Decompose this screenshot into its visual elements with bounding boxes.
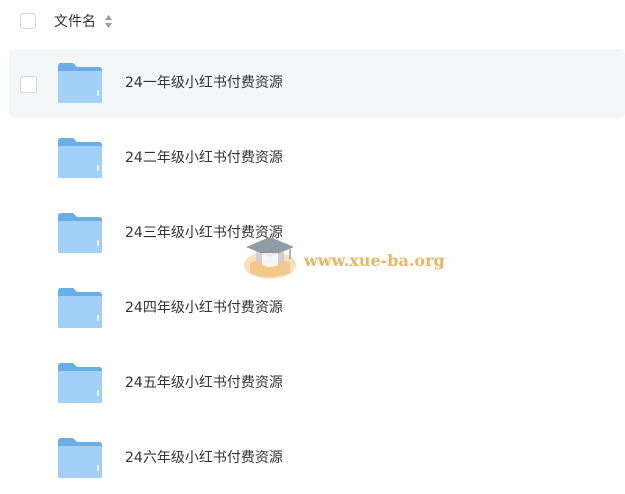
file-name[interactable]: 24四年级小红书付费资源 [125,298,283,318]
watermark: www.xue-ba.org [236,225,451,287]
folder-icon [58,438,102,478]
row-checkbox[interactable] [20,76,37,93]
list-item[interactable]: 24五年级小红书付费资源 [9,349,625,418]
column-header-filename[interactable]: 文件名 [54,12,96,32]
file-name[interactable]: 24二年级小红书付费资源 [125,148,283,168]
select-all-checkbox[interactable] [20,13,36,29]
watermark-text: www.xue-ba.org [304,251,445,270]
graduation-cap-logo-icon [244,237,296,279]
folder-icon [58,63,102,103]
file-name[interactable]: 24六年级小红书付费资源 [125,448,283,468]
file-name[interactable]: 24五年级小红书付费资源 [125,373,283,393]
folder-icon [58,213,102,253]
file-list-page: 文件名 24一年级小红书付费资源 24二年级小红书付费资源 24三年级小红书付费… [0,0,625,494]
folder-icon [58,288,102,328]
list-item[interactable]: 24一年级小红书付费资源 [9,49,625,118]
list-item[interactable]: 24六年级小红书付费资源 [9,424,625,493]
sort-icon[interactable] [105,15,112,28]
folder-icon [58,363,102,403]
folder-icon [58,138,102,178]
file-name[interactable]: 24一年级小红书付费资源 [125,73,283,93]
list-item[interactable]: 24二年级小红书付费资源 [9,124,625,193]
file-list-header: 文件名 [0,0,625,44]
